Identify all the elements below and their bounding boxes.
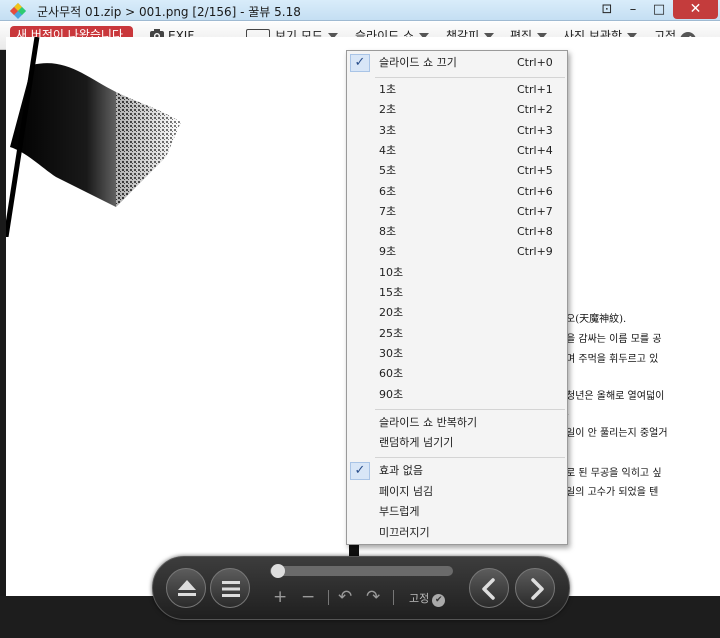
menu-item-label: 25초: [379, 326, 404, 340]
slideshow-dropdown-menu: ✓ 슬라이드 쇼 끄기 Ctrl+0 1초 Ctrl+1 2초 Ctrl+2 3초 C…: [346, 50, 568, 545]
page-text-line: 일이 안 풀리는지 중얼거: [566, 428, 668, 439]
list-button[interactable]: [210, 568, 250, 608]
menu-item-interval[interactable]: 5초 Ctrl+5: [347, 161, 567, 181]
separator: [328, 590, 329, 605]
menu-item-label: 5초: [379, 164, 397, 178]
menu-item-effect-slide[interactable]: 미끄러지기: [347, 523, 567, 543]
menu-item-random[interactable]: 랜덤하게 넘기기: [347, 433, 567, 453]
menu-item-label: 10초: [379, 265, 404, 279]
menu-item-label: 8초: [379, 225, 397, 239]
zoom-out-button[interactable]: −: [301, 587, 315, 607]
menu-item-effect-page-turn[interactable]: 페이지 넘김: [347, 482, 567, 502]
menu-item-label: 1초: [379, 83, 397, 96]
menu-item-label: 슬라이드 쇼 반복하기: [379, 416, 478, 429]
menu-item-label: 미끄러지기: [379, 525, 430, 539]
previous-button[interactable]: [469, 568, 509, 608]
menu-item-label: 부드럽게: [379, 505, 420, 518]
separator: [393, 590, 394, 605]
menu-item-interval[interactable]: 20초: [347, 303, 567, 323]
menu-item-shortcut: Ctrl+2: [517, 103, 553, 117]
menu-item-label: 3초: [379, 123, 397, 137]
menu-separator: [375, 409, 565, 410]
menu-item-interval[interactable]: 6초 Ctrl+6: [347, 182, 567, 202]
menu-item-label: 효과 없음: [379, 464, 423, 477]
checkmark-icon: ✓: [350, 54, 370, 72]
checkmark-icon: ✓: [350, 462, 370, 480]
menu-item-shortcut: Ctrl+6: [517, 184, 553, 198]
chevron-right-icon: [531, 578, 544, 600]
fixed-control-label: 고정: [409, 592, 430, 605]
close-button[interactable]: ✕: [673, 0, 718, 19]
progress-knob[interactable]: [271, 564, 286, 578]
menu-item-interval[interactable]: 7초 Ctrl+7: [347, 202, 567, 222]
menu-item-label: 9초: [379, 245, 397, 259]
flag-illustration: [6, 37, 181, 237]
menu-item-label: 7초: [379, 204, 397, 218]
menu-item-label: 4초: [379, 143, 397, 157]
eject-button[interactable]: [166, 568, 206, 608]
page-text-line: 로 된 무공을 익히고 싶: [566, 468, 662, 479]
fixed-toggle-control[interactable]: 고정 ✔: [409, 590, 446, 607]
menu-item-label: 15초: [379, 286, 404, 299]
menu-item-shortcut: Ctrl+4: [517, 143, 553, 157]
menu-item-shortcut: Ctrl+1: [517, 83, 553, 96]
menu-item-interval[interactable]: 1초 Ctrl+1: [347, 80, 567, 100]
page-text-line: 청년은 올해로 열여덟이: [566, 391, 665, 402]
menu-item-effect-smooth[interactable]: 부드럽게: [347, 502, 567, 522]
menu-item-label: 슬라이드 쇼 끄기: [379, 56, 457, 69]
pin-window-button[interactable]: ⊡: [596, 0, 618, 19]
menu-item-interval[interactable]: 8초 Ctrl+8: [347, 222, 567, 242]
menu-item-interval[interactable]: 4초 Ctrl+4: [347, 141, 567, 161]
check-circle-icon: ✔: [432, 594, 446, 607]
menu-item-interval[interactable]: 9초 Ctrl+9: [347, 242, 567, 262]
menu-item-interval[interactable]: 15초: [347, 283, 567, 303]
progress-slider[interactable]: [270, 564, 453, 578]
menu-icon: [222, 581, 240, 597]
chevron-left-icon: [482, 578, 495, 600]
window-title: 군사무적 01.zip > 001.png [2/156] - 꿀뷰 5.18: [37, 5, 301, 19]
menu-separator: [375, 457, 565, 458]
page-text-line: 오(天魔神紋).: [566, 314, 627, 325]
menu-item-shortcut: Ctrl+8: [517, 225, 553, 239]
menu-item-repeat[interactable]: 슬라이드 쇼 반복하기: [347, 413, 567, 433]
menu-item-interval[interactable]: 2초 Ctrl+2: [347, 100, 567, 120]
menu-item-effect-none[interactable]: ✓ 효과 없음: [347, 461, 567, 481]
menu-item-shortcut: Ctrl+5: [517, 164, 553, 178]
menu-item-interval[interactable]: 30초: [347, 344, 567, 364]
menu-item-interval[interactable]: 3초 Ctrl+3: [347, 121, 567, 141]
page-text-line: 며 주먹을 휘두르고 있: [566, 354, 659, 365]
app-logo-icon: [10, 3, 26, 19]
menu-item-interval[interactable]: 10초: [347, 263, 567, 283]
menu-item-shortcut: Ctrl+7: [517, 204, 553, 218]
menu-item-stop-slideshow[interactable]: ✓ 슬라이드 쇼 끄기 Ctrl+0: [347, 53, 567, 73]
menu-item-shortcut: Ctrl+9: [517, 245, 553, 259]
page-text-line: 일의 고수가 되었을 텐: [566, 487, 659, 498]
title-bar: 군사무적 01.zip > 001.png [2/156] - 꿀뷰 5.18 …: [0, 0, 720, 21]
menu-item-shortcut: Ctrl+0: [517, 56, 553, 69]
menu-item-label: 6초: [379, 184, 397, 198]
zoom-in-button[interactable]: +: [273, 587, 287, 607]
menu-item-label: 랜덤하게 넘기기: [379, 436, 454, 449]
menu-item-label: 페이지 넘김: [379, 484, 434, 498]
menu-item-label: 30초: [379, 346, 404, 360]
menu-item-interval[interactable]: 25초: [347, 324, 567, 344]
rotate-left-button[interactable]: ↶: [338, 587, 352, 607]
menu-item-label: 20초: [379, 306, 404, 320]
rotate-right-button[interactable]: ↷: [366, 587, 380, 607]
floating-control-bar: + − ↶ ↷ 고정 ✔: [152, 556, 570, 620]
menu-item-interval[interactable]: 90초: [347, 385, 567, 405]
menu-item-interval[interactable]: 60초: [347, 364, 567, 384]
eject-icon: [178, 580, 196, 596]
menu-item-shortcut: Ctrl+3: [517, 123, 553, 137]
menu-separator: [375, 77, 565, 78]
menu-item-label: 60초: [379, 367, 404, 381]
minimize-button[interactable]: –: [620, 0, 646, 19]
page-text-line: 을 감싸는 이름 모를 공: [566, 334, 662, 345]
maximize-button[interactable]: □: [646, 0, 672, 19]
next-button[interactable]: [515, 568, 555, 608]
menu-item-label: 2초: [379, 103, 397, 117]
menu-item-label: 90초: [379, 387, 404, 401]
